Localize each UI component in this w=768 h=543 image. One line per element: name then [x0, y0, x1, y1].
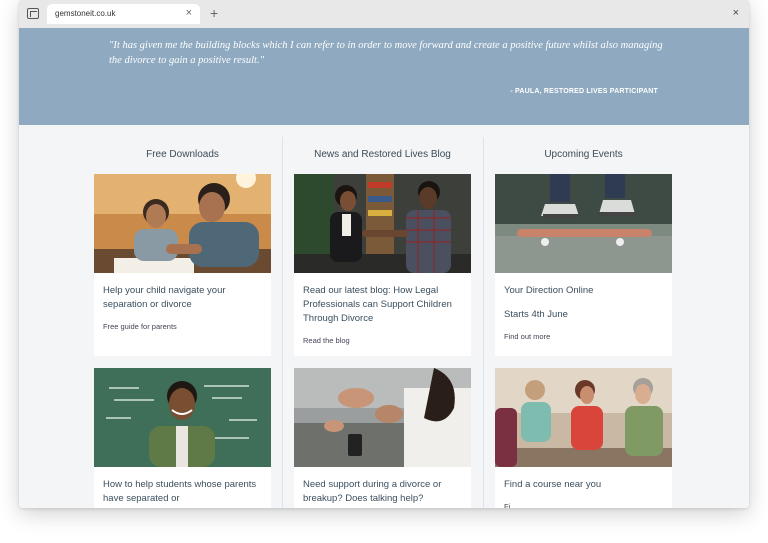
tab-title: gemstoneit.co.uk [55, 9, 116, 18]
card-title[interactable]: Your Direction Online [504, 284, 664, 298]
event-start-date: Starts 4th June [504, 309, 568, 320]
testimonial-quote: "It has given me the building blocks whi… [109, 40, 663, 66]
tab-close-icon[interactable]: × [186, 7, 192, 19]
handshake-office-photo [294, 174, 471, 273]
group-discussion-photo [495, 368, 672, 467]
window-close-icon[interactable]: × [733, 6, 739, 20]
card-find-course[interactable]: Find a course near you Fi [495, 368, 672, 508]
card-title[interactable]: Need support during a divorce or breakup… [303, 478, 463, 506]
browser-tab-bar: gemstoneit.co.uk × + × [19, 0, 749, 28]
card-title[interactable]: Read our latest blog: How Legal Professi… [303, 284, 463, 326]
card-legal-blog[interactable]: Read our latest blog: How Legal Professi… [294, 174, 471, 356]
card-link[interactable]: Find out more [504, 332, 550, 341]
parent-child-homework-photo [94, 174, 271, 273]
window-menu-icon[interactable] [27, 8, 39, 19]
browser-tab[interactable]: gemstoneit.co.uk × [47, 4, 200, 24]
card-title[interactable]: How to help students whose parents have … [103, 478, 263, 506]
column-divider [483, 137, 484, 508]
conversation-hands-photo [294, 368, 471, 467]
card-title[interactable]: Help your child navigate your separation… [103, 284, 263, 312]
column-title-free-downloads: Free Downloads [146, 149, 219, 160]
column-title-blog: News and Restored Lives Blog [314, 149, 451, 160]
card-link[interactable]: Fi [504, 502, 510, 508]
card-title[interactable]: Find a course near you [504, 478, 664, 492]
skateboard-photo [495, 174, 672, 273]
testimonial-attribution: - PAULA, RESTORED LIVES PARTICIPANT [510, 88, 658, 95]
new-tab-icon[interactable]: + [210, 5, 218, 21]
card-talking-help[interactable]: Need support during a divorce or breakup… [294, 368, 471, 508]
teacher-chalkboard-photo [94, 368, 271, 467]
browser-window: gemstoneit.co.uk × + × "It has given me … [19, 0, 749, 508]
column-divider [282, 137, 283, 508]
testimonial-banner: "It has given me the building blocks whi… [19, 28, 749, 125]
card-link[interactable]: Free guide for parents [103, 322, 177, 331]
card-link[interactable]: Read the blog [303, 336, 350, 345]
card-help-child[interactable]: Help your child navigate your separation… [94, 174, 271, 356]
column-title-events: Upcoming Events [544, 149, 623, 160]
card-direction-online[interactable]: Your Direction Online Starts 4th June Fi… [495, 174, 672, 356]
card-help-students[interactable]: How to help students whose parents have … [94, 368, 271, 508]
